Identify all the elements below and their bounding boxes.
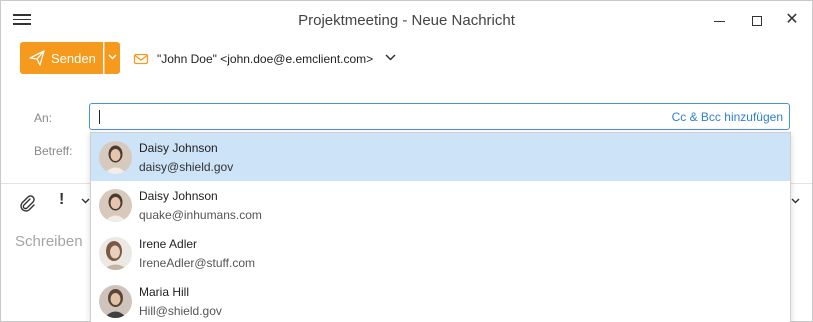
- subject-label: Betreff:: [34, 144, 73, 158]
- avatar: [99, 141, 132, 174]
- toolbar-overflow-chevron-down-icon[interactable]: [791, 198, 800, 204]
- suggestion-item[interactable]: Daisy Johnson daisy@shield.gov: [91, 133, 790, 181]
- chevron-down-icon: [108, 54, 117, 60]
- send-button[interactable]: Senden: [20, 42, 103, 74]
- window-title: Projektmeeting - Neue Nachricht: [298, 12, 515, 29]
- suggestion-name: Maria Hill: [139, 285, 190, 299]
- suggestion-item[interactable]: Maria Hill Hill@shield.gov: [91, 277, 790, 322]
- avatar: [99, 237, 132, 270]
- importance-icon[interactable]: !: [59, 191, 64, 209]
- compose-window: Projektmeeting - Neue Nachricht ✕ Senden…: [0, 0, 813, 322]
- suggestion-name: Daisy Johnson: [139, 189, 218, 203]
- suggestion-name: Irene Adler: [139, 237, 198, 251]
- suggestion-item[interactable]: Irene Adler IreneAdler@stuff.com: [91, 229, 790, 277]
- suggestion-email: daisy@shield.gov: [139, 160, 234, 174]
- minimize-icon[interactable]: [707, 9, 731, 31]
- send-options-dropdown[interactable]: [104, 42, 120, 74]
- paper-plane-icon: [29, 50, 45, 66]
- to-label: An:: [34, 111, 53, 125]
- paperclip-icon[interactable]: [17, 193, 37, 213]
- from-selector[interactable]: "John Doe" <john.doe@e.emclient.com>: [157, 52, 373, 66]
- text-caret: [99, 110, 100, 124]
- suggestion-name: Daisy Johnson: [139, 141, 218, 155]
- title-bar: Projektmeeting - Neue Nachricht ✕: [1, 1, 812, 39]
- to-input[interactable]: Cc & Bcc hinzufügen: [89, 103, 790, 130]
- suggestion-email: IreneAdler@stuff.com: [139, 256, 256, 270]
- recipient-suggestions: Daisy Johnson daisy@shield.gov Daisy Joh…: [90, 132, 791, 322]
- send-label: Senden: [51, 51, 96, 66]
- importance-chevron-down-icon[interactable]: [81, 198, 90, 204]
- maximize-icon[interactable]: [745, 9, 769, 31]
- add-cc-bcc-link[interactable]: Cc & Bcc hinzufügen: [672, 110, 783, 124]
- suggestion-email: quake@inhumans.com: [139, 208, 262, 222]
- suggestion-item[interactable]: Daisy Johnson quake@inhumans.com: [91, 181, 790, 229]
- avatar: [99, 285, 132, 318]
- identity-icon: [133, 53, 149, 65]
- close-icon[interactable]: ✕: [780, 9, 804, 31]
- from-chevron-down-icon[interactable]: [385, 54, 396, 61]
- compose-body[interactable]: Schreiben: [15, 233, 83, 250]
- suggestion-email: Hill@shield.gov: [139, 304, 222, 318]
- avatar: [99, 189, 132, 222]
